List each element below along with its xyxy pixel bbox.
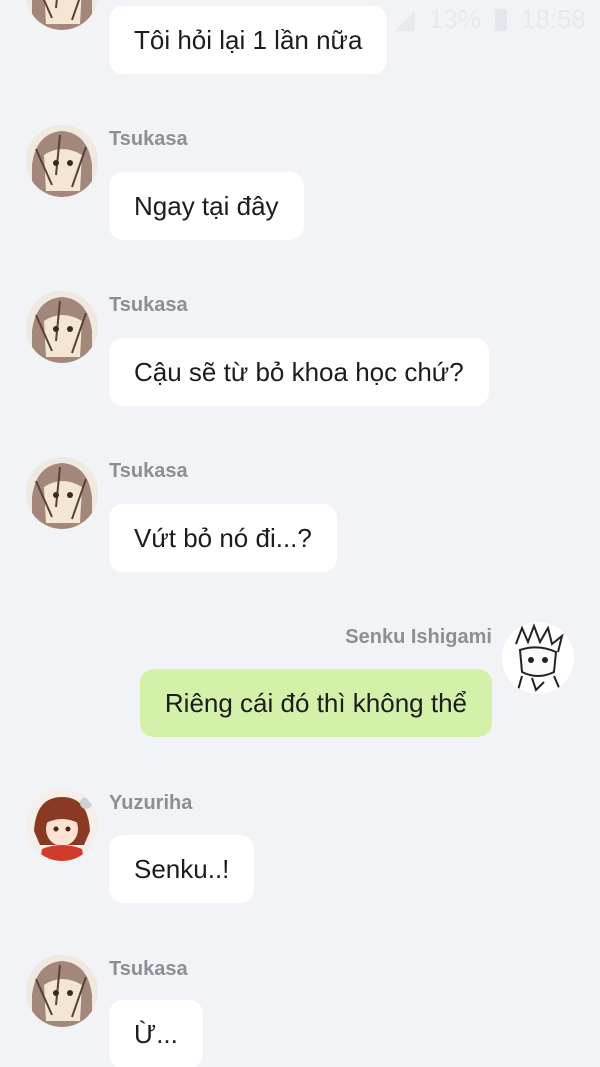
message-bubble: Ngay tại đây xyxy=(109,172,304,240)
tsukasa-avatar[interactable] xyxy=(26,457,98,529)
yuzuriha-avatar[interactable] xyxy=(26,789,98,861)
status-bar: ◢ 13% 18:58 xyxy=(0,0,600,40)
senku-avatar[interactable] xyxy=(502,622,574,694)
sender-name: Tsukasa xyxy=(109,460,188,482)
sender-name: Yuzuriha xyxy=(109,792,193,814)
message-bubble: Senku..! xyxy=(109,835,255,903)
battery-percent: 13% xyxy=(428,4,481,34)
clock: 18:58 xyxy=(520,4,586,34)
tsukasa-avatar[interactable] xyxy=(26,125,98,197)
sender-name: Senku Ishigami xyxy=(345,626,492,648)
message-bubble: Riêng cái đó thì không thể xyxy=(139,669,492,737)
battery-icon xyxy=(494,8,507,31)
message-bubble: Cậu sẽ từ bỏ khoa học chứ? xyxy=(109,338,489,406)
sender-name: Tsukasa xyxy=(109,958,188,980)
signal-icon: ◢ xyxy=(394,4,415,34)
chat-screen: ◢ 13% 18:58 Tôi hỏi lại 1 lần nữa Tsukas… xyxy=(0,0,600,1067)
tsukasa-avatar[interactable] xyxy=(26,955,98,1027)
message-bubble: Ừ... xyxy=(109,1000,203,1067)
sender-name: Tsukasa xyxy=(109,294,188,316)
tsukasa-avatar[interactable] xyxy=(26,291,98,363)
message-bubble: Vứt bỏ nó đi...? xyxy=(109,504,337,572)
sender-name: Tsukasa xyxy=(109,128,188,150)
